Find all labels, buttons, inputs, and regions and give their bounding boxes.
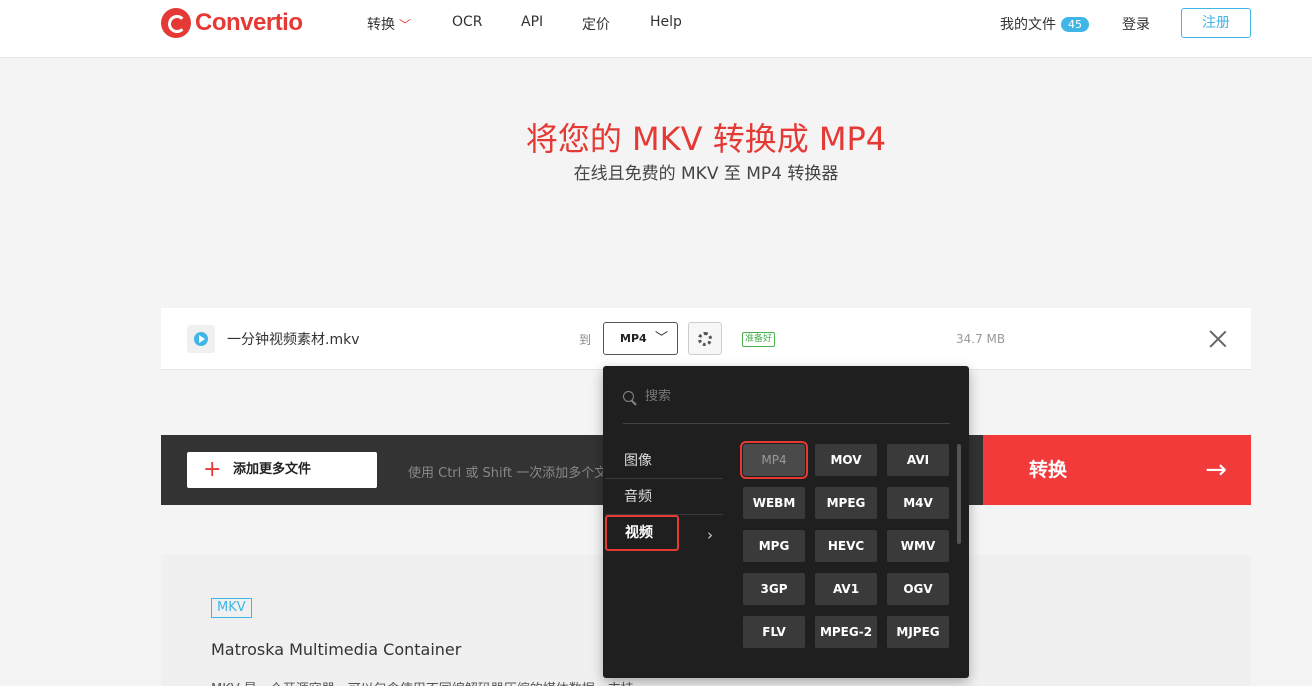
site-header: Convertio 转换 ﹀ OCR API 定价 Help 我的文件 45 登录 … (0, 0, 1312, 58)
format-dropdown: 图像 音频 视频 › MP4 MOV AVI WEBM MPEG M4V MPG… (603, 366, 969, 678)
status-badge: 准备好 (742, 332, 776, 347)
plus-icon: + (203, 457, 222, 482)
remove-file-close-icon[interactable] (1209, 330, 1227, 348)
chevron-down-icon: ﹀ (654, 331, 668, 346)
file-row: 一分钟视频素材.mkv 到 MP4 ﹀ 准备好 34.7 MB (161, 308, 1251, 370)
my-files-link[interactable]: 我的文件 45 (1000, 14, 1089, 34)
category-image[interactable]: 图像 (605, 443, 723, 479)
play-icon (194, 332, 208, 346)
format-option-mpeg-2[interactable]: MPEG-2 (815, 616, 877, 648)
target-format-select[interactable]: MP4 ﹀ (603, 322, 678, 355)
nav-pricing[interactable]: 定价 (582, 14, 610, 34)
nav-api[interactable]: API (521, 14, 543, 30)
format-option-mpeg[interactable]: MPEG (815, 487, 877, 519)
category-audio[interactable]: 音频 (605, 479, 723, 515)
file-size: 34.7 MB (956, 332, 1006, 346)
format-option-mp4[interactable]: MP4 (740, 441, 808, 479)
format-option-mjpeg[interactable]: MJPEG (887, 616, 949, 648)
file-name: 一分钟视频素材.mkv (227, 332, 360, 348)
chevron-right-icon: › (707, 526, 713, 544)
format-option-avi[interactable]: AVI (887, 444, 949, 476)
nav-convert[interactable]: 转换 ﹀ (367, 14, 411, 34)
format-search-input[interactable] (645, 389, 935, 404)
format-search (623, 388, 950, 424)
login-link[interactable]: 登录 (1122, 14, 1150, 34)
nav-help[interactable]: Help (650, 14, 682, 30)
video-file-icon (187, 325, 215, 353)
add-more-files-button[interactable]: + 添加更多文件 (187, 452, 377, 488)
format-title: Matroska Multimedia Container (211, 640, 462, 659)
format-option-av1[interactable]: AV1 (815, 573, 877, 605)
arrow-right-icon: → (1205, 455, 1227, 485)
convert-button[interactable]: 转换 → (983, 435, 1251, 505)
nav-ocr[interactable]: OCR (452, 14, 483, 30)
dropdown-scrollbar[interactable] (957, 444, 961, 544)
files-count-badge: 45 (1061, 17, 1089, 32)
my-files-label: 我的文件 (1000, 17, 1056, 33)
format-option-wmv[interactable]: WMV (887, 530, 949, 562)
add-files-label: 添加更多文件 (233, 462, 312, 477)
settings-button[interactable] (688, 322, 722, 355)
format-option-mpg[interactable]: MPG (743, 530, 805, 562)
logo-text: Convertio (195, 9, 303, 36)
target-format-value: MP4 (620, 332, 647, 345)
category-video[interactable]: 视频 (605, 515, 679, 551)
nav-convert-label: 转换 (367, 17, 395, 33)
multi-select-hint: 使用 Ctrl 或 Shift 一次添加多个文件 (408, 466, 608, 481)
format-tag: MKV (211, 598, 252, 618)
convert-label: 转换 (1029, 459, 1068, 481)
signup-button[interactable]: 注册 (1181, 8, 1251, 38)
to-label: 到 (579, 333, 592, 347)
format-option-flv[interactable]: FLV (743, 616, 805, 648)
chevron-down-icon: ﹀ (399, 18, 412, 32)
format-option-ogv[interactable]: OGV (887, 573, 949, 605)
format-option-mov[interactable]: MOV (815, 444, 877, 476)
logo[interactable]: Convertio (161, 8, 303, 38)
format-description: MKV 是一个开源容器，可以包含使用不同编解码器压缩的媒体数据。支持 (211, 678, 634, 686)
format-option-3gp[interactable]: 3GP (743, 573, 805, 605)
format-option-m4v[interactable]: M4V (887, 487, 949, 519)
page-subtitle: 在线且免费的 MKV 至 MP4 转换器 (573, 164, 839, 184)
search-icon (623, 391, 637, 405)
format-option-webm[interactable]: WEBM (743, 487, 805, 519)
page-title: 将您的 MKV 转换成 MP4 (525, 120, 887, 158)
logo-icon (161, 8, 191, 38)
gear-icon (698, 331, 712, 346)
format-option-hevc[interactable]: HEVC (815, 530, 877, 562)
